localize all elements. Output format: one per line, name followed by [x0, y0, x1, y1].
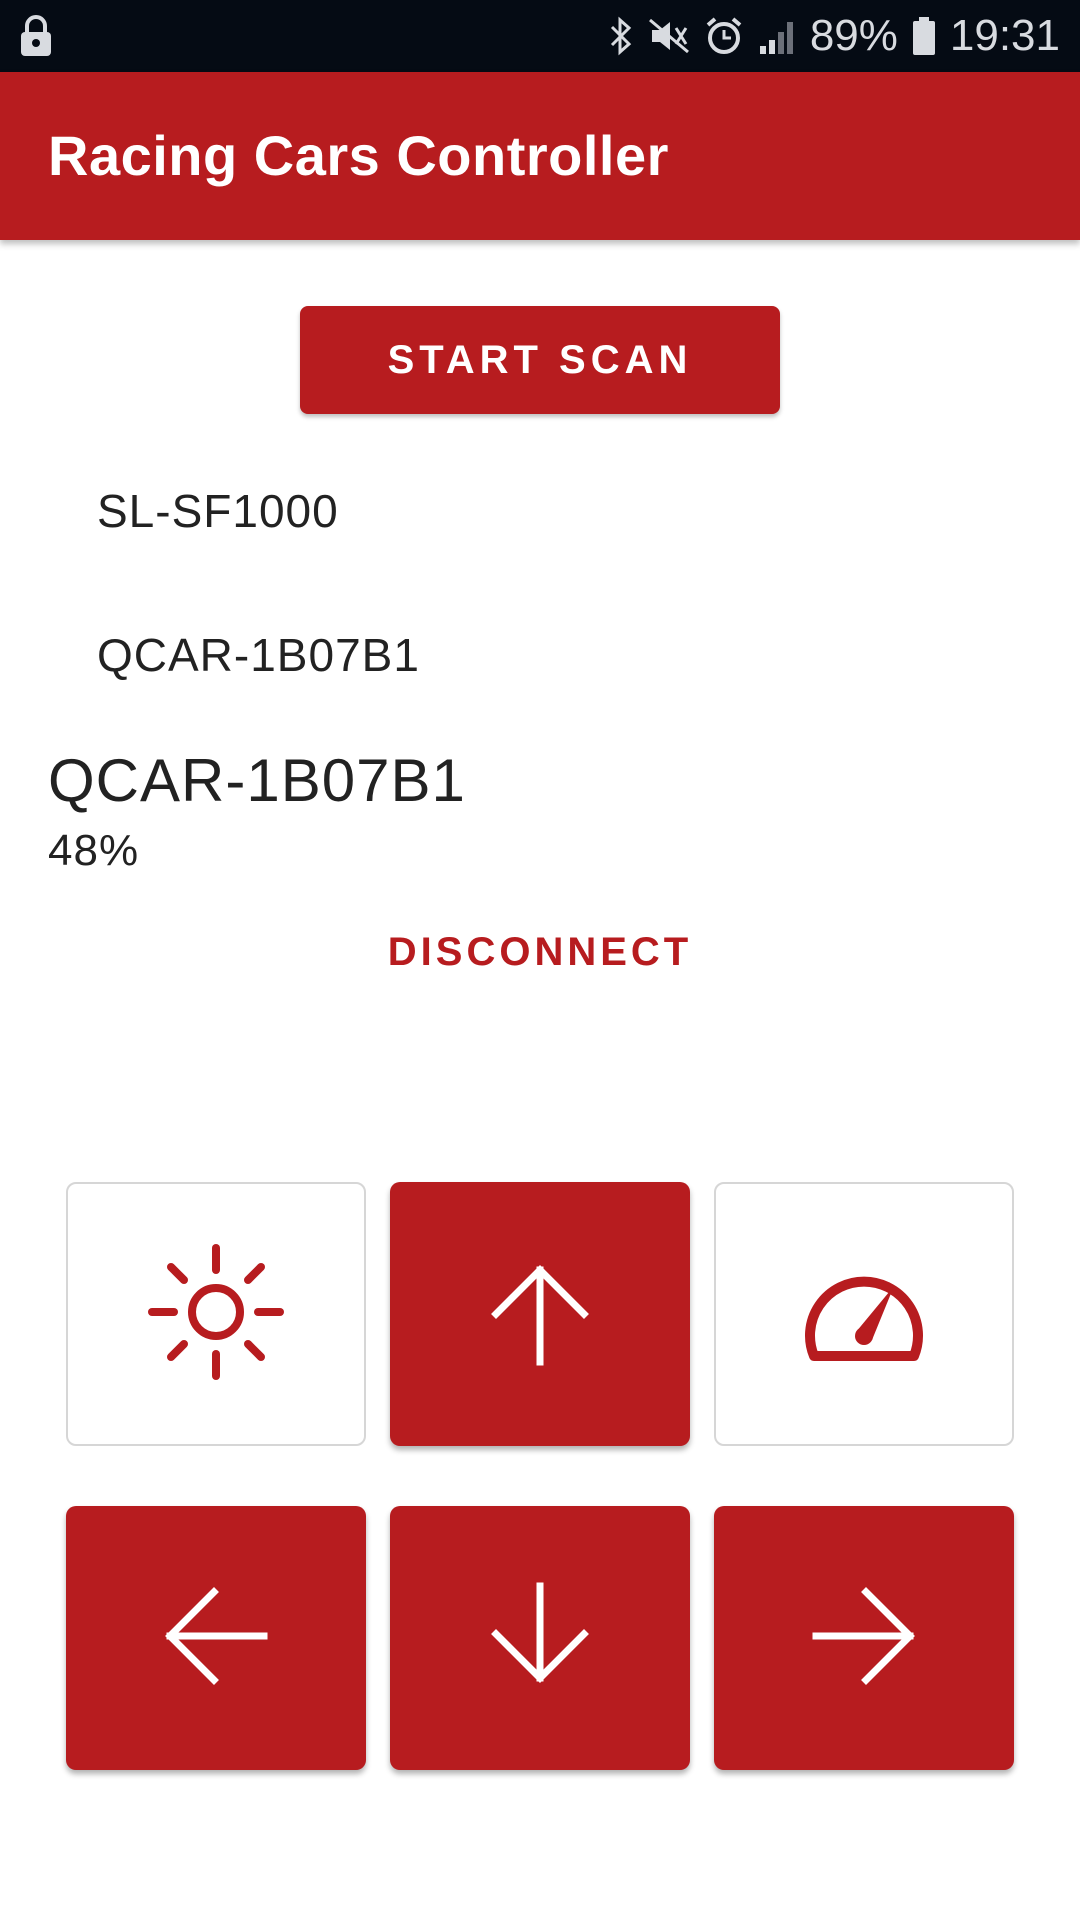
lights-button[interactable] [66, 1182, 366, 1446]
lock-icon [18, 14, 54, 58]
speedometer-icon [794, 1252, 934, 1377]
connected-device-name: QCAR-1B07B1 [48, 747, 466, 814]
arrow-up-icon [480, 1252, 600, 1377]
device-list-item[interactable]: QCAR-1B07B1 [97, 628, 420, 682]
backward-button[interactable] [390, 1506, 690, 1770]
status-icons: 89% 19:31 [608, 0, 1060, 72]
clock-time: 19:31 [949, 11, 1060, 60]
device-battery-level: 48% [48, 826, 140, 875]
app-bar: Racing Cars Controller [0, 72, 1080, 240]
forward-button[interactable] [390, 1182, 690, 1446]
signal-icon [758, 18, 796, 54]
mute-icon [648, 16, 690, 56]
battery-icon [912, 16, 936, 56]
right-button[interactable] [714, 1506, 1014, 1770]
arrow-right-icon [804, 1576, 924, 1701]
device-list-item[interactable]: SL-SF1000 [97, 484, 339, 538]
arrow-down-icon [480, 1576, 600, 1701]
disconnect-button[interactable]: DISCONNECT [0, 930, 1080, 975]
alarm-icon [704, 16, 744, 56]
left-button[interactable] [66, 1506, 366, 1770]
app-title: Racing Cars Controller [48, 124, 669, 187]
sun-icon [146, 1242, 286, 1387]
status-bar: 89% 19:31 [0, 0, 1080, 72]
bluetooth-icon [608, 16, 634, 56]
start-scan-button[interactable]: START SCAN [300, 306, 780, 414]
speed-button[interactable] [714, 1182, 1014, 1446]
battery-percent: 89% [809, 11, 898, 60]
arrow-left-icon [156, 1576, 276, 1701]
